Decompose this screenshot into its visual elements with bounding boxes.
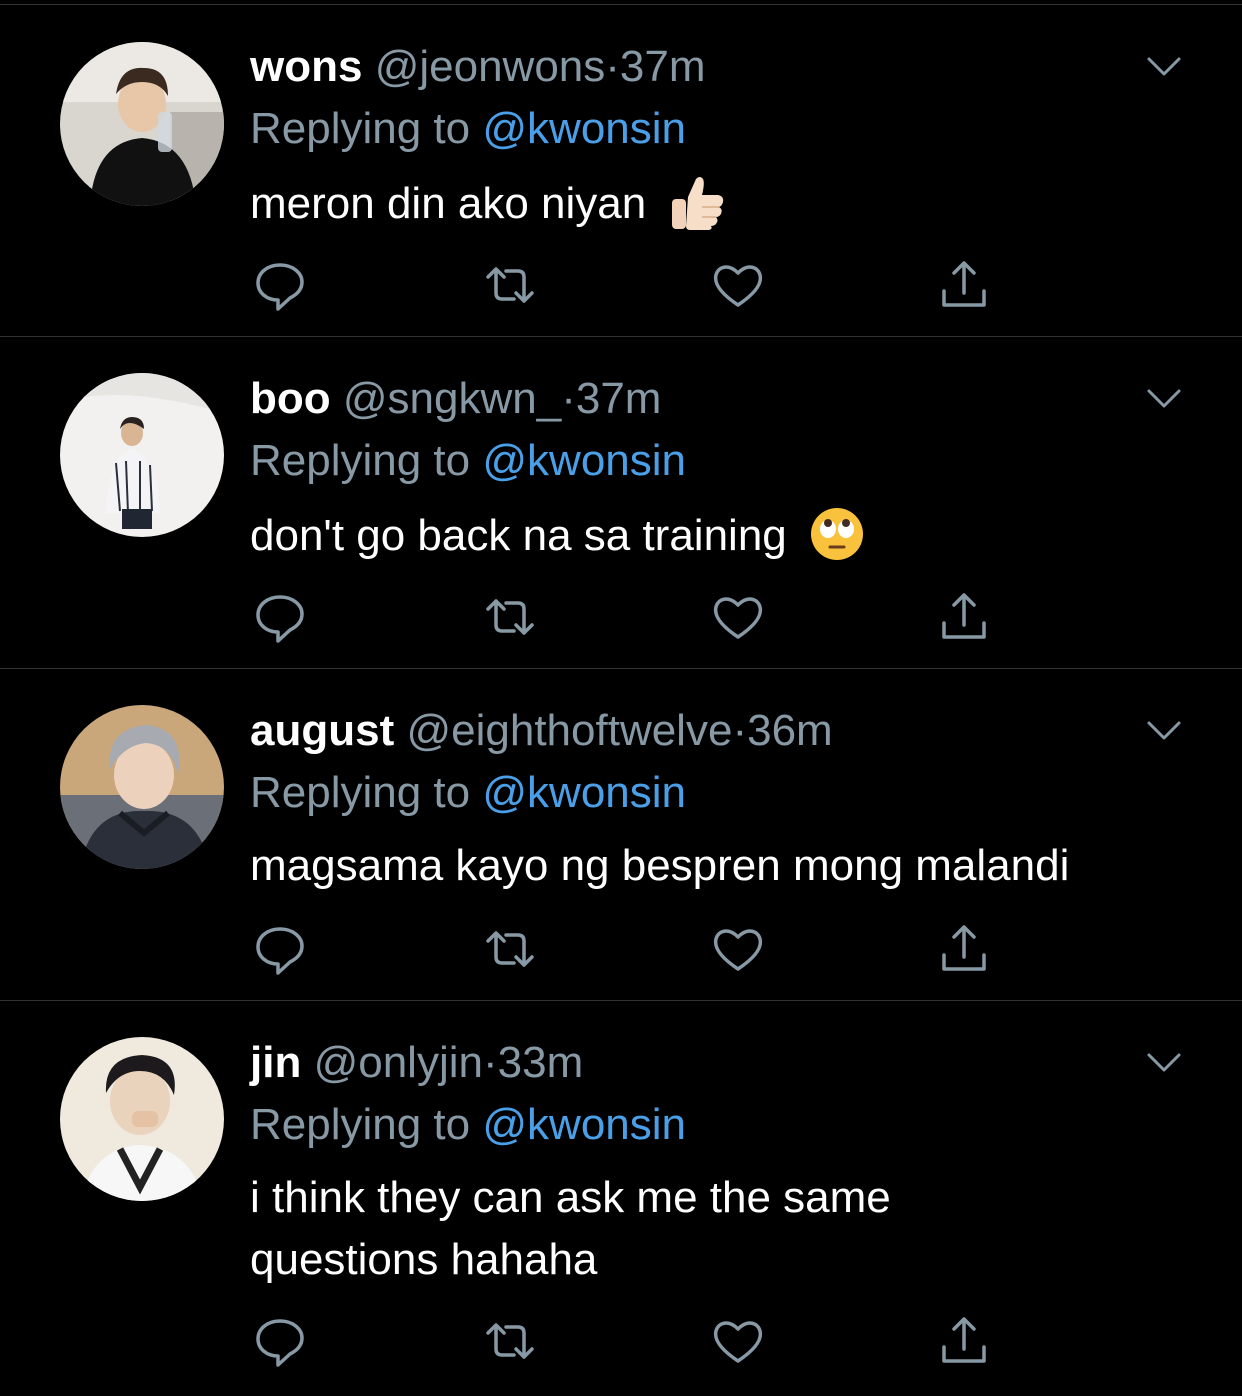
tweet-item[interactable]: august @eighthoftwelve·36m Replying to @… bbox=[0, 669, 1242, 1001]
tweet-item[interactable]: wons @jeonwons·37m Replying to @kwonsin … bbox=[0, 5, 1242, 337]
heart-icon[interactable] bbox=[708, 255, 768, 315]
user-handle[interactable]: @onlyjin bbox=[314, 1038, 483, 1087]
tweet-header: august @eighthoftwelve·36m bbox=[250, 705, 833, 757]
tweet-header: boo @sngkwn_·37m bbox=[250, 373, 661, 425]
user-handle[interactable]: @sngkwn_ bbox=[343, 374, 561, 423]
separator-dot: · bbox=[561, 374, 576, 423]
separator-dot: · bbox=[482, 1038, 498, 1087]
reply-icon[interactable] bbox=[250, 587, 310, 647]
separator-dot: · bbox=[732, 706, 748, 755]
replying-prefix: Replying to bbox=[250, 104, 471, 153]
avatar[interactable] bbox=[60, 1037, 224, 1201]
retweet-icon[interactable] bbox=[480, 919, 540, 979]
tweet-header: jin @onlyjin·33m bbox=[250, 1037, 583, 1089]
share-icon[interactable] bbox=[934, 255, 994, 315]
tweet-text: don't go back na sa training bbox=[250, 505, 1190, 567]
tweet-text-content: magsama kayo ng bespren mong malandi bbox=[250, 841, 1070, 890]
tweet-text-line: questions hahaha bbox=[250, 1235, 598, 1284]
avatar[interactable] bbox=[60, 705, 224, 869]
mention-link[interactable]: @kwonsin bbox=[482, 104, 686, 153]
tweet-text: magsama kayo ng bespren mong malandi bbox=[250, 835, 1190, 897]
timestamp[interactable]: 36m bbox=[747, 706, 833, 755]
tweet-text-content: don't go back na sa training bbox=[250, 511, 787, 560]
tweet-actions bbox=[250, 255, 1010, 315]
display-name[interactable]: jin bbox=[250, 1038, 301, 1087]
thumbs-up-emoji bbox=[672, 177, 724, 231]
replying-prefix: Replying to bbox=[250, 768, 471, 817]
share-icon[interactable] bbox=[934, 1311, 994, 1371]
replying-prefix: Replying to bbox=[250, 436, 471, 485]
chevron-down-icon[interactable] bbox=[1146, 719, 1182, 743]
chevron-down-icon[interactable] bbox=[1146, 387, 1182, 411]
avatar[interactable] bbox=[60, 42, 224, 206]
chevron-down-icon[interactable] bbox=[1146, 1051, 1182, 1075]
replying-to: Replying to @kwonsin bbox=[250, 767, 686, 819]
display-name[interactable]: august bbox=[250, 706, 394, 755]
display-name[interactable]: wons bbox=[250, 42, 362, 91]
heart-icon[interactable] bbox=[708, 919, 768, 979]
retweet-icon[interactable] bbox=[480, 1311, 540, 1371]
retweet-icon[interactable] bbox=[480, 587, 540, 647]
replying-to: Replying to @kwonsin bbox=[250, 1099, 686, 1151]
share-icon[interactable] bbox=[934, 587, 994, 647]
tweet-text-content: meron din ako niyan bbox=[250, 179, 647, 228]
mention-link[interactable]: @kwonsin bbox=[482, 768, 686, 817]
tweet-header: wons @jeonwons·37m bbox=[250, 41, 706, 93]
timestamp[interactable]: 33m bbox=[498, 1038, 584, 1087]
tweet-item[interactable]: boo @sngkwn_·37m Replying to @kwonsin do… bbox=[0, 337, 1242, 669]
heart-icon[interactable] bbox=[708, 1311, 768, 1371]
replying-to: Replying to @kwonsin bbox=[250, 103, 686, 155]
tweet-actions bbox=[250, 1311, 1010, 1371]
reply-icon[interactable] bbox=[250, 919, 310, 979]
tweet-actions bbox=[250, 919, 1010, 979]
reply-icon[interactable] bbox=[250, 255, 310, 315]
heart-icon[interactable] bbox=[708, 587, 768, 647]
timestamp[interactable]: 37m bbox=[576, 374, 662, 423]
user-handle[interactable]: @eighthoftwelve bbox=[406, 706, 732, 755]
timestamp[interactable]: 37m bbox=[620, 42, 706, 91]
reply-icon[interactable] bbox=[250, 1311, 310, 1371]
separator-dot: · bbox=[605, 42, 620, 91]
retweet-icon[interactable] bbox=[480, 255, 540, 315]
tweet-text: meron din ako niyan bbox=[250, 173, 1190, 235]
mention-link[interactable]: @kwonsin bbox=[482, 436, 686, 485]
tweet-text: i think they can ask me the same questio… bbox=[250, 1167, 1190, 1291]
share-icon[interactable] bbox=[934, 919, 994, 979]
replying-to: Replying to @kwonsin bbox=[250, 435, 686, 487]
tweet-text-line: i think they can ask me the same bbox=[250, 1173, 891, 1222]
display-name[interactable]: boo bbox=[250, 374, 331, 423]
tweet-actions bbox=[250, 587, 1010, 647]
replying-prefix: Replying to bbox=[250, 1100, 471, 1149]
chevron-down-icon[interactable] bbox=[1146, 55, 1182, 79]
mention-link[interactable]: @kwonsin bbox=[482, 1100, 686, 1149]
eye-roll-emoji bbox=[811, 508, 863, 561]
avatar[interactable] bbox=[60, 373, 224, 537]
user-handle[interactable]: @jeonwons bbox=[375, 42, 606, 91]
tweet-item[interactable]: jin @onlyjin·33m Replying to @kwonsin i … bbox=[0, 1001, 1242, 1396]
